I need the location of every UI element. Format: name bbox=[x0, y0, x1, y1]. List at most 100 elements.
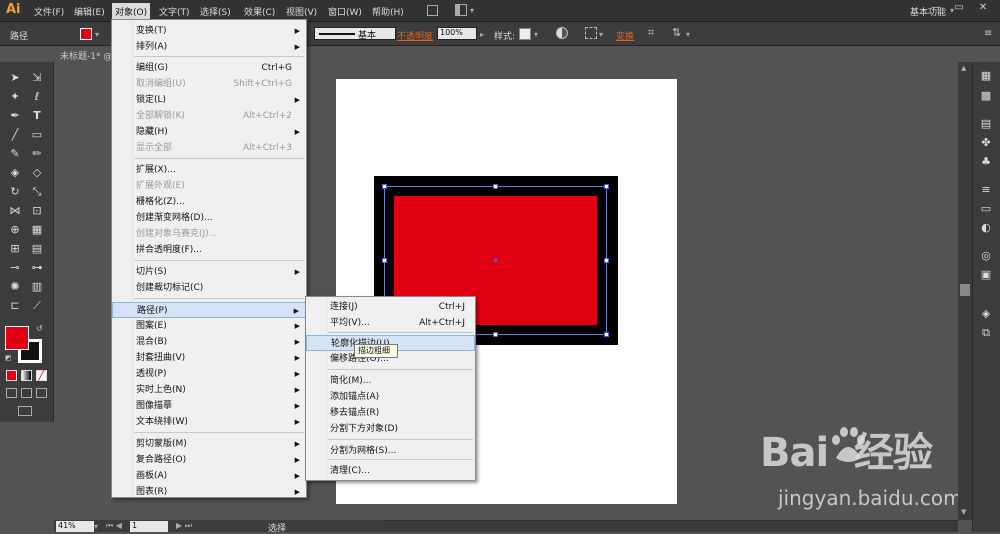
zoom-level-input[interactable]: 41% bbox=[56, 521, 94, 532]
menu-type[interactable]: 文字(T) bbox=[159, 5, 190, 18]
minimize-button[interactable]: — bbox=[925, 2, 947, 16]
direct-selection-tool-icon[interactable]: ⇲ bbox=[28, 70, 46, 86]
chevron-down-icon[interactable]: ▾ bbox=[95, 30, 99, 39]
arrange-documents-icon[interactable] bbox=[455, 4, 467, 16]
selection-handle[interactable] bbox=[604, 258, 609, 263]
slice-tool-icon[interactable]: ⟋ bbox=[28, 298, 46, 314]
object-menu-item[interactable]: 路径(P) ▶ bbox=[112, 302, 306, 318]
symbol-sprayer-icon[interactable]: ✺ bbox=[6, 279, 24, 295]
rectangle-tool-icon[interactable]: ▭ bbox=[28, 127, 46, 143]
object-menu-item[interactable]: 剪切蒙版(M) ▶ bbox=[112, 436, 306, 452]
fill-color-swatch[interactable] bbox=[80, 28, 92, 40]
bridge-icon[interactable] bbox=[427, 5, 438, 16]
selection-handle[interactable] bbox=[604, 184, 609, 189]
blend-tool-icon[interactable]: ⊶ bbox=[28, 260, 46, 276]
next-artboard-icon[interactable]: ▶ ⏭ bbox=[176, 521, 192, 531]
brushes-panel-icon[interactable]: ✤ bbox=[977, 135, 995, 151]
object-menu-item[interactable]: 全部解锁(K) Alt+Ctrl+2 bbox=[112, 108, 306, 124]
object-menu-item[interactable]: 隐藏(H) ▶ bbox=[112, 124, 306, 140]
selection-handle[interactable] bbox=[382, 258, 387, 263]
stroke-profile-select[interactable]: 基本 bbox=[314, 27, 396, 41]
object-menu-item[interactable]: 拼合透明度(F)... bbox=[112, 242, 306, 258]
object-menu-item[interactable]: 实时上色(N) ▶ bbox=[112, 382, 306, 398]
transform-label[interactable]: 变换 bbox=[616, 29, 634, 42]
eraser-tool-icon[interactable]: ◇ bbox=[28, 165, 46, 181]
gradient-tool-icon[interactable]: ▤ bbox=[28, 241, 46, 257]
rotate-tool-icon[interactable]: ↻ bbox=[6, 184, 24, 200]
object-menu-item[interactable]: 排列(A) ▶ bbox=[112, 39, 306, 55]
chevron-down-icon[interactable]: ▾ bbox=[599, 30, 603, 39]
gradient-panel-icon[interactable]: ▭ bbox=[977, 201, 995, 217]
recolor-artwork-icon[interactable] bbox=[556, 27, 568, 39]
object-menu-item[interactable]: 取消编组(U) Shift+Ctrl+G bbox=[112, 76, 306, 92]
graph-tool-icon[interactable]: ▥ bbox=[28, 279, 46, 295]
graphic-style-swatch[interactable] bbox=[519, 28, 531, 40]
menu-select[interactable]: 选择(S) bbox=[200, 5, 231, 18]
object-menu-item[interactable]: 复合路径(O) ▶ bbox=[112, 452, 306, 468]
opacity-input[interactable]: 100% bbox=[437, 27, 477, 40]
close-button[interactable]: ✕ bbox=[972, 2, 994, 16]
none-mode-icon[interactable]: ╱ bbox=[36, 370, 47, 381]
object-menu-item[interactable]: 图表(R) ▶ bbox=[112, 484, 306, 500]
object-menu-item[interactable]: 混合(B) ▶ bbox=[112, 334, 306, 350]
path-submenu-item[interactable]: 平均(V)... Alt+Ctrl+J bbox=[306, 315, 475, 331]
type-tool-icon[interactable]: T bbox=[28, 108, 46, 124]
object-menu-item[interactable]: 显示全部 Alt+Ctrl+3 bbox=[112, 140, 306, 156]
object-menu-item[interactable]: 透视(P) ▶ bbox=[112, 366, 306, 382]
path-submenu-item[interactable]: 连接(J) Ctrl+J bbox=[306, 299, 475, 315]
shape-builder-icon[interactable]: ⊕ bbox=[6, 222, 24, 238]
pen-tool-icon[interactable]: ✒ bbox=[6, 108, 24, 124]
fill-color-box[interactable] bbox=[5, 326, 29, 350]
menu-file[interactable]: 文件(F) bbox=[34, 5, 64, 18]
screen-mode-icon[interactable] bbox=[18, 406, 32, 416]
scroll-up-icon[interactable]: ▲ bbox=[961, 64, 966, 72]
object-menu-item[interactable]: 图案(E) ▶ bbox=[112, 318, 306, 334]
align-icon[interactable] bbox=[585, 27, 597, 39]
lasso-tool-icon[interactable]: ℓ bbox=[28, 89, 46, 105]
color-mode-icon[interactable] bbox=[6, 370, 17, 381]
hand-tool-icon[interactable] bbox=[6, 308, 24, 324]
selection-handle[interactable] bbox=[604, 332, 609, 337]
artboard-number-input[interactable]: 1 bbox=[130, 521, 168, 532]
object-menu-item[interactable]: 扩展外观(E) bbox=[112, 178, 306, 194]
pencil-tool-icon[interactable]: ✏ bbox=[28, 146, 46, 162]
graphic-styles-icon[interactable]: ▣ bbox=[977, 267, 995, 283]
selection-handle[interactable] bbox=[382, 184, 387, 189]
menu-edit[interactable]: 编辑(E) bbox=[74, 5, 105, 18]
menu-window[interactable]: 窗口(W) bbox=[328, 5, 362, 18]
line-tool-icon[interactable]: ╱ bbox=[6, 127, 24, 143]
object-menu-item[interactable]: 变换(T) ▶ bbox=[112, 23, 306, 39]
path-submenu-item[interactable]: 添加锚点(A) bbox=[306, 389, 475, 405]
object-menu-item[interactable]: 封套扭曲(V) ▶ bbox=[112, 350, 306, 366]
paintbrush-tool-icon[interactable]: ✎ bbox=[6, 146, 24, 162]
gradient-mode-icon[interactable] bbox=[21, 370, 32, 381]
swatches-panel-icon[interactable]: ▤ bbox=[977, 116, 995, 132]
mesh-tool-icon[interactable]: ⊞ bbox=[6, 241, 24, 257]
perspective-grid-icon[interactable]: ▦ bbox=[28, 222, 46, 238]
object-menu-item[interactable]: 创建渐变网格(D)... bbox=[112, 210, 306, 226]
path-submenu-item[interactable]: 分割下方对象(D) bbox=[306, 421, 475, 437]
path-submenu-item[interactable]: 简化(M)... bbox=[306, 373, 475, 389]
vertical-scrollbar[interactable]: ▲ ▼ bbox=[958, 62, 972, 520]
options-icon[interactable]: ⇅ bbox=[672, 26, 681, 39]
color-panel-icon[interactable]: ▦ bbox=[977, 68, 995, 84]
menu-help[interactable]: 帮助(H) bbox=[372, 5, 404, 18]
eyedropper-icon[interactable]: ⊸ bbox=[6, 260, 24, 276]
object-menu-item[interactable]: 扩展(X)... bbox=[112, 162, 306, 178]
chevron-down-icon[interactable]: ▾ bbox=[94, 522, 98, 531]
object-menu-item[interactable]: 锁定(L) ▶ bbox=[112, 92, 306, 108]
object-menu-item[interactable]: 栅格化(Z)... bbox=[112, 194, 306, 210]
scroll-down-icon[interactable]: ▼ bbox=[961, 508, 966, 516]
path-submenu-item[interactable]: 移去锚点(R) bbox=[306, 405, 475, 421]
stroke-panel-icon[interactable]: ≡ bbox=[977, 182, 995, 198]
first-artboard-icon[interactable]: ⏮ ◀ bbox=[106, 521, 122, 531]
artboards-panel-icon[interactable]: ⧉ bbox=[977, 325, 995, 341]
chevron-down-icon[interactable]: ▾ bbox=[534, 30, 538, 39]
symbols-panel-icon[interactable]: ♣ bbox=[977, 154, 995, 170]
appearance-panel-icon[interactable]: ◎ bbox=[977, 248, 995, 264]
scrollbar-thumb[interactable] bbox=[960, 284, 970, 296]
free-transform-icon[interactable]: ⊡ bbox=[28, 203, 46, 219]
draw-inside-icon[interactable] bbox=[36, 388, 47, 398]
scale-tool-icon[interactable]: ⤡ bbox=[28, 184, 46, 200]
chevron-down-icon[interactable]: ▾ bbox=[470, 6, 474, 15]
